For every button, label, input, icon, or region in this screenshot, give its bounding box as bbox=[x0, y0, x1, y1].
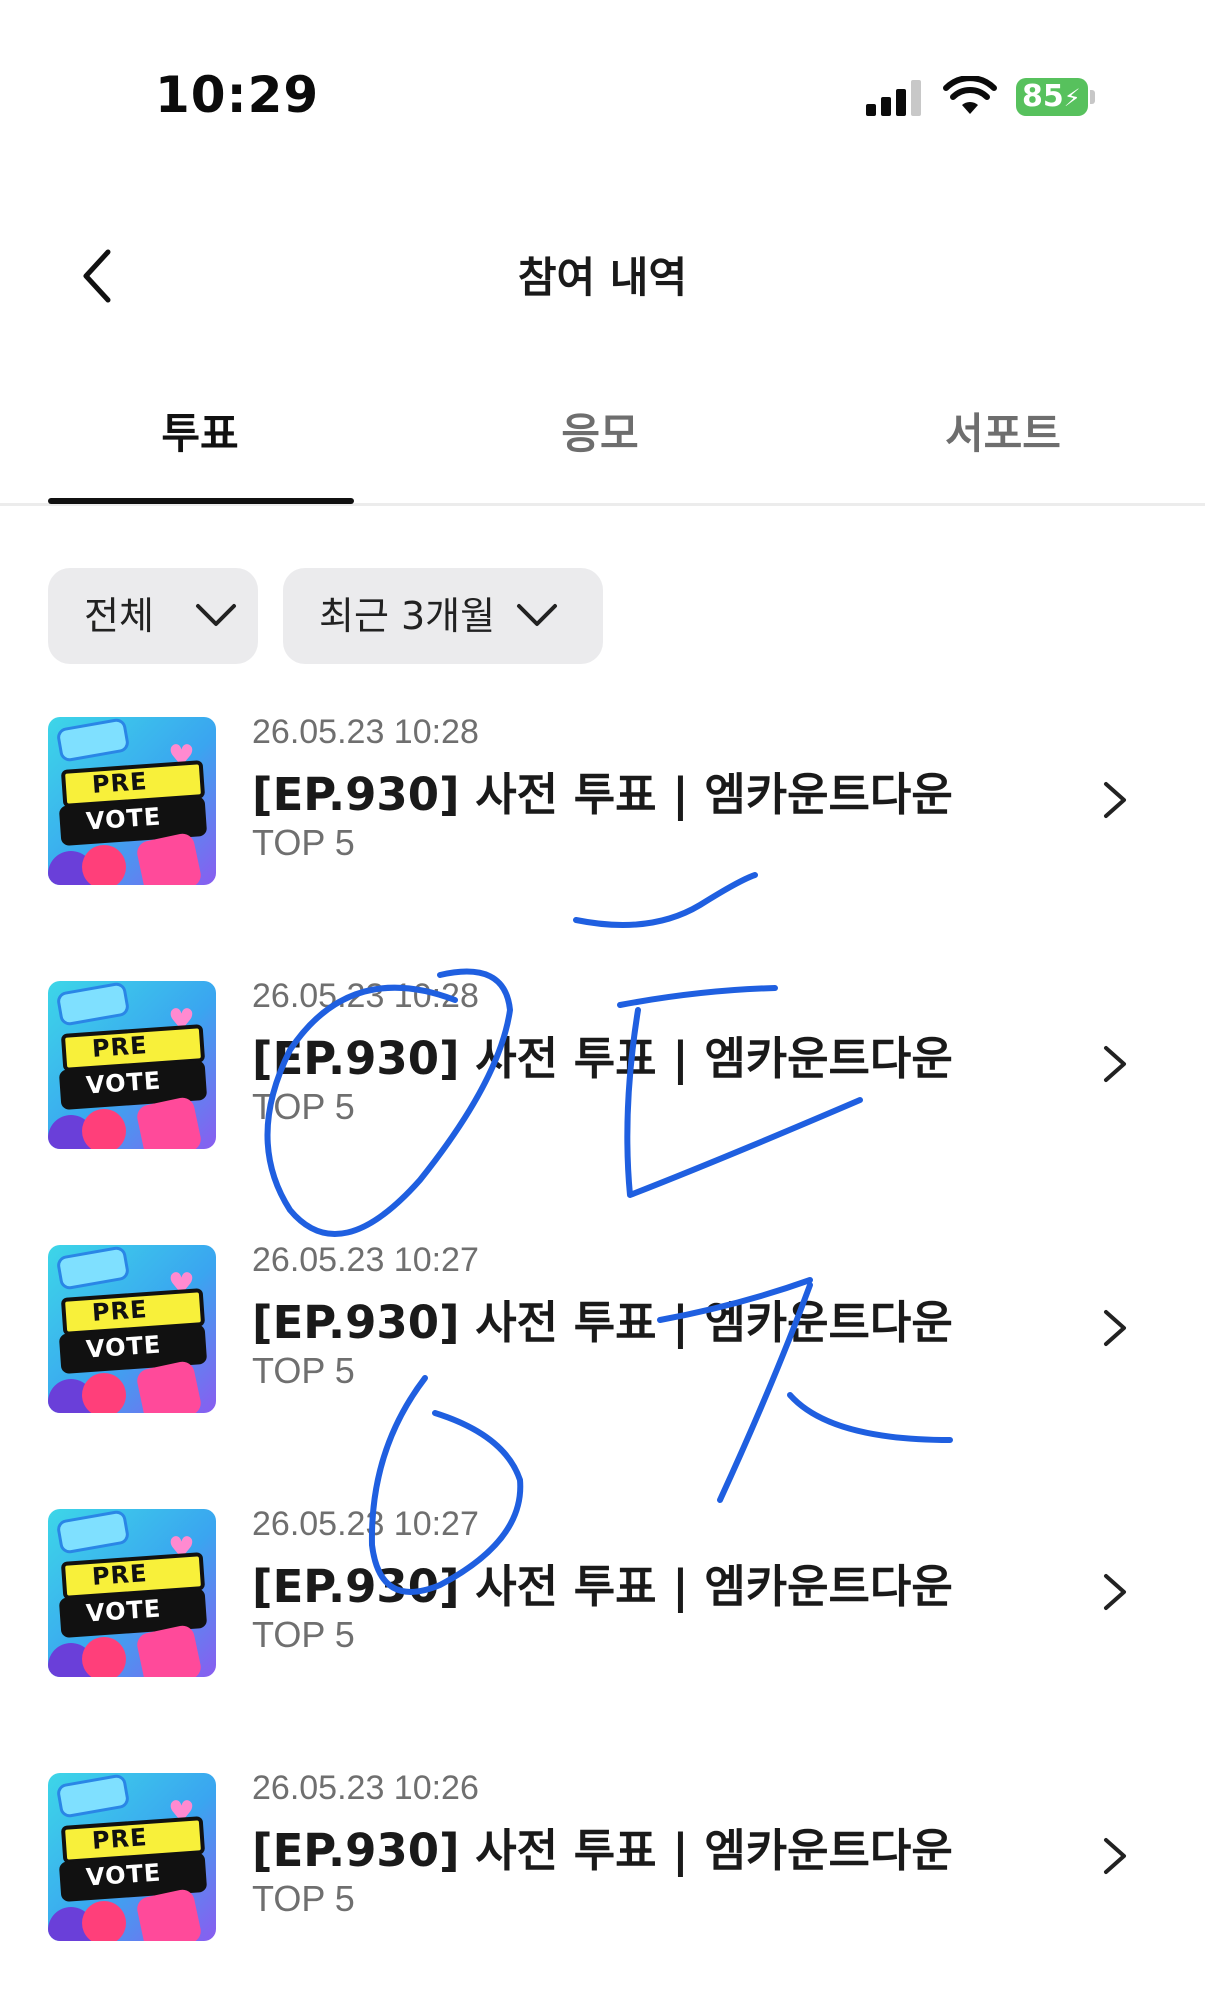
item-subtitle: TOP 5 bbox=[252, 1350, 355, 1391]
item-date: 26.05.23 10:28 bbox=[252, 977, 479, 1015]
item-subtitle: TOP 5 bbox=[252, 1878, 355, 1919]
pre-vote-thumbnail: ♥ PRE VOTE bbox=[48, 981, 216, 1149]
list-item[interactable]: ♥ PRE VOTE 26.05.23 10:26 [EP.930] 사전 투표… bbox=[0, 1756, 1205, 2006]
tab-bar: 투표 응모 서포트 bbox=[0, 390, 1205, 506]
tab-entry[interactable]: 응모 bbox=[450, 400, 750, 490]
chevron-right-icon bbox=[1104, 782, 1126, 818]
active-tab-indicator bbox=[48, 498, 354, 504]
battery-level: 85⚡ bbox=[1016, 78, 1088, 116]
item-subtitle: TOP 5 bbox=[252, 1086, 355, 1127]
page-title: 참여 내역 bbox=[517, 253, 688, 302]
chevron-down-icon bbox=[196, 604, 236, 626]
status-bar: 10:29 85⚡ bbox=[0, 0, 1205, 190]
item-subtitle: TOP 5 bbox=[252, 1614, 355, 1655]
chevron-right-icon bbox=[1104, 1046, 1126, 1082]
list-item[interactable]: ♥ PRE VOTE 26.05.23 10:27 [EP.930] 사전 투표… bbox=[0, 1492, 1205, 1756]
pre-vote-thumbnail: ♥ PRE VOTE bbox=[48, 717, 216, 885]
pre-vote-thumbnail: ♥ PRE VOTE bbox=[48, 1773, 216, 1941]
list-item[interactable]: ♥ PRE VOTE 26.05.23 10:28 [EP.930] 사전 투표… bbox=[0, 964, 1205, 1228]
pre-vote-thumbnail: ♥ PRE VOTE bbox=[48, 1245, 216, 1413]
battery-charging-icon: 85⚡ bbox=[1016, 78, 1095, 116]
item-title: [EP.930] 사전 투표 | 엠카운트다운 bbox=[252, 1560, 953, 1613]
item-title: [EP.930] 사전 투표 | 엠카운트다운 bbox=[252, 1032, 953, 1085]
filter-period-label: 최근 3개월 bbox=[319, 594, 496, 638]
item-title: [EP.930] 사전 투표 | 엠카운트다운 bbox=[252, 1824, 953, 1877]
tab-vote[interactable]: 투표 bbox=[50, 400, 350, 490]
filter-type-dropdown[interactable]: 전체 bbox=[48, 568, 258, 664]
chevron-down-icon bbox=[517, 604, 557, 626]
item-date: 26.05.23 10:28 bbox=[252, 713, 479, 751]
item-date: 26.05.23 10:27 bbox=[252, 1241, 479, 1279]
filter-period-dropdown[interactable]: 최근 3개월 bbox=[283, 568, 603, 664]
item-date: 26.05.23 10:27 bbox=[252, 1505, 479, 1543]
item-date: 26.05.23 10:26 bbox=[252, 1769, 479, 1807]
item-title: [EP.930] 사전 투표 | 엠카운트다운 bbox=[252, 768, 953, 821]
signal-icon bbox=[866, 80, 921, 116]
chevron-right-icon bbox=[1104, 1838, 1126, 1874]
header: 참여 내역 bbox=[0, 230, 1205, 310]
chevron-right-icon bbox=[1104, 1574, 1126, 1610]
filter-type-label: 전체 bbox=[84, 594, 154, 638]
item-title: [EP.930] 사전 투표 | 엠카운트다운 bbox=[252, 1296, 953, 1349]
chevron-right-icon bbox=[1104, 1310, 1126, 1346]
item-subtitle: TOP 5 bbox=[252, 822, 355, 863]
tab-support[interactable]: 서포트 bbox=[853, 400, 1153, 490]
wifi-icon bbox=[943, 76, 997, 114]
status-time: 10:29 bbox=[155, 66, 320, 124]
pre-vote-thumbnail: ♥ PRE VOTE bbox=[48, 1509, 216, 1677]
list-item[interactable]: ♥ PRE VOTE 26.05.23 10:28 [EP.930] 사전 투표… bbox=[0, 700, 1205, 964]
list-item[interactable]: ♥ PRE VOTE 26.05.23 10:27 [EP.930] 사전 투표… bbox=[0, 1228, 1205, 1492]
